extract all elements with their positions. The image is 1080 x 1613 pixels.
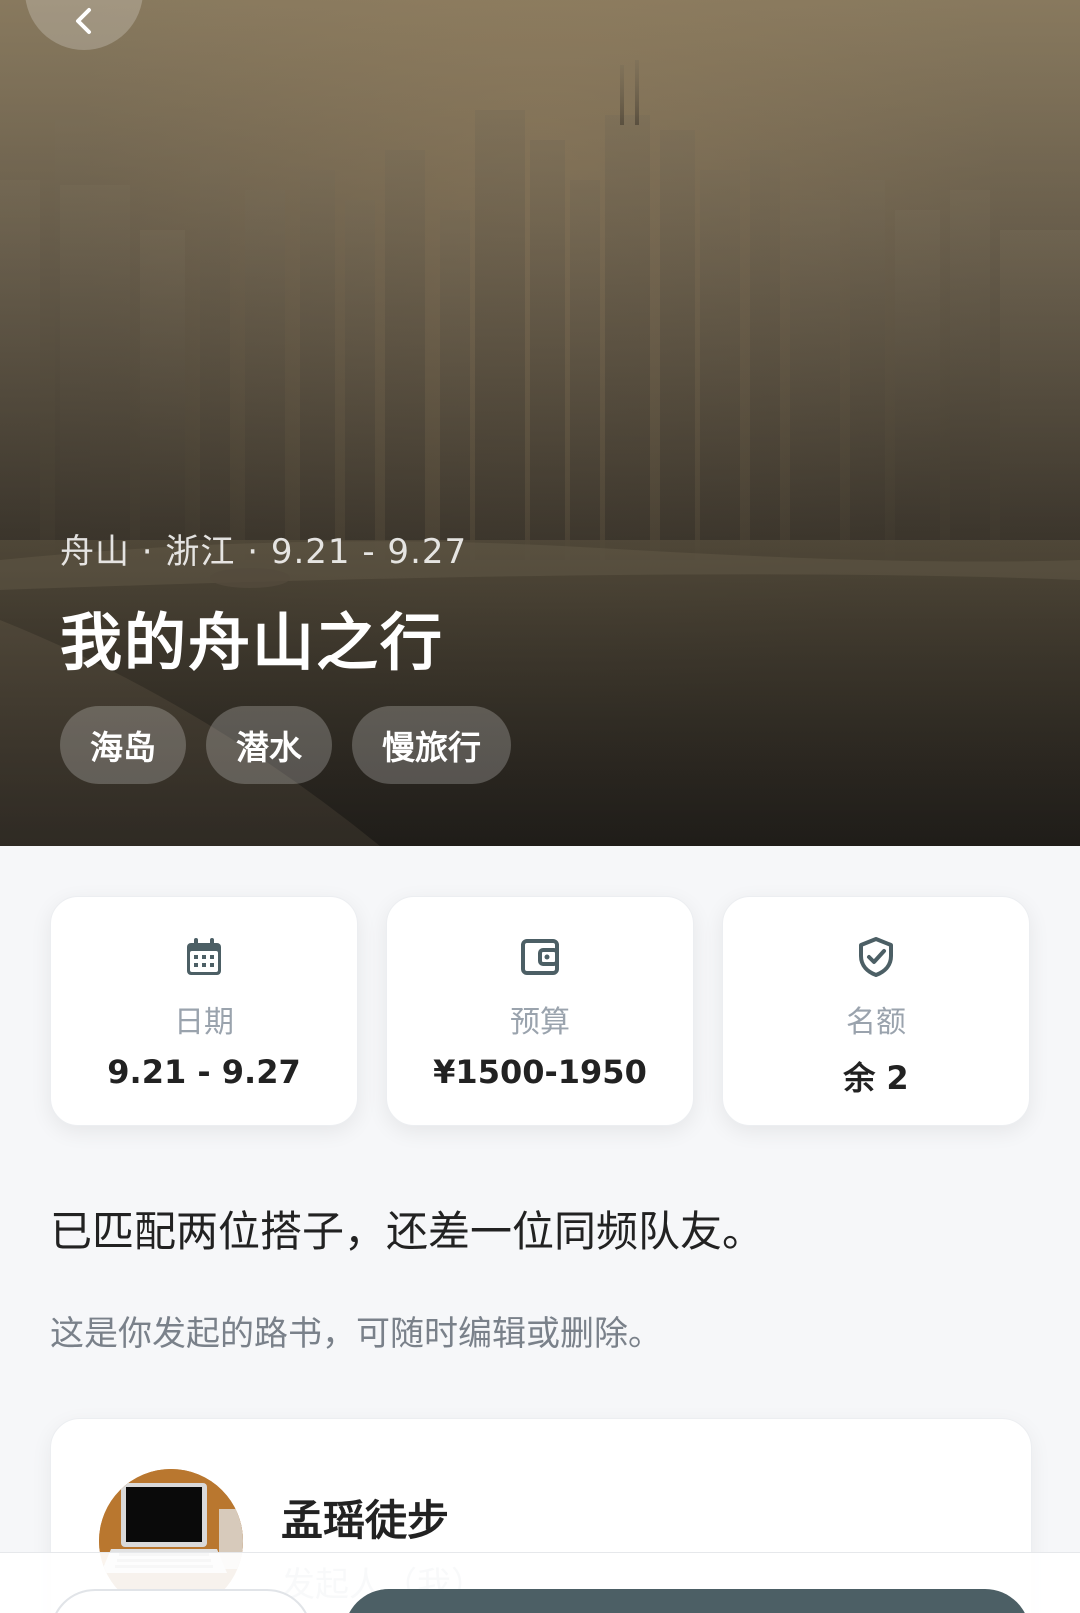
calendar-icon	[184, 937, 224, 977]
trip-tags: 海岛 潜水 慢旅行	[60, 706, 511, 784]
hero-cover: 舟山 · 浙江 · 9.21 - 9.27 我的舟山之行 海岛 潜水 慢旅行	[0, 0, 1080, 846]
primary-action-button[interactable]	[344, 1589, 1030, 1613]
date-value: 9.21 - 9.27	[107, 1053, 301, 1091]
slots-value: 余 2	[843, 1059, 909, 1097]
tag-chip[interactable]: 海岛	[60, 706, 186, 784]
slots-card: 名额 余 2	[722, 896, 1030, 1126]
trip-location-dates: 舟山 · 浙江 · 9.21 - 9.27	[60, 532, 468, 572]
trip-detail-page: 舟山 · 浙江 · 9.21 - 9.27 我的舟山之行 海岛 潜水 慢旅行 日…	[0, 0, 1080, 1613]
owner-note: 这是你发起的路书，可随时编辑或删除。	[50, 1314, 662, 1354]
organizer-name: 孟瑶徒步	[281, 1496, 450, 1545]
bottom-action-bar	[0, 1552, 1080, 1613]
secondary-action-button[interactable]	[50, 1589, 312, 1613]
trip-title: 我的舟山之行	[60, 606, 445, 679]
shield-check-icon	[856, 937, 896, 977]
slots-label: 名额	[846, 1005, 906, 1040]
budget-card: 预算 ¥1500-1950	[386, 896, 694, 1126]
date-label: 日期	[174, 1005, 234, 1040]
wallet-icon	[520, 937, 560, 977]
tag-chip[interactable]: 慢旅行	[352, 706, 511, 784]
chevron-left-icon	[76, 8, 91, 34]
tag-chip[interactable]: 潜水	[206, 706, 332, 784]
match-status-text: 已匹配两位搭子，还差一位同频队友。	[50, 1207, 765, 1256]
trip-info-cards: 日期 9.21 - 9.27 预算 ¥1500-1950 名额 余 2	[50, 896, 1030, 1126]
budget-value: ¥1500-1950	[433, 1053, 647, 1091]
budget-label: 预算	[510, 1005, 570, 1040]
date-card: 日期 9.21 - 9.27	[50, 896, 358, 1126]
